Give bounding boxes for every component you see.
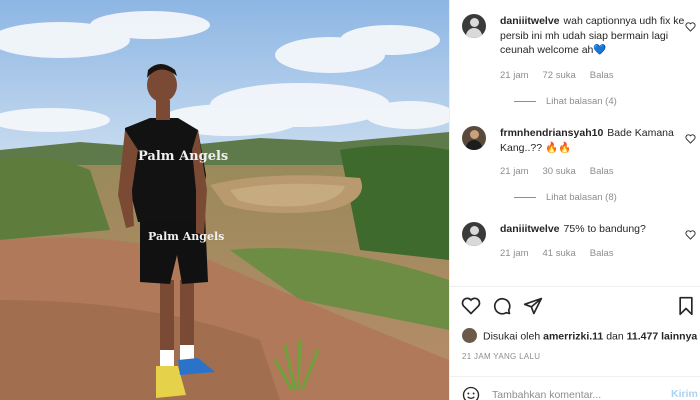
view-replies-label: Lihat balasan (8) — [546, 192, 617, 203]
comment-item: frmnhendriansyah10 Bade Kamana Kang..?? 🔥… — [462, 126, 698, 216]
likes-count[interactable]: 11.477 lainnya — [627, 330, 698, 342]
like-comment-heart-icon[interactable] — [685, 230, 696, 240]
likes-summary: Disukai oleh amerrizki.11 dan 11.477 lai… — [462, 328, 698, 344]
replies-line — [514, 196, 536, 198]
view-replies-label: Lihat balasan (4) — [546, 96, 617, 107]
comment-time: 21 jam — [500, 248, 529, 259]
shorts-print: Palm Angels — [148, 230, 224, 243]
reply-button[interactable]: Balas — [590, 166, 614, 177]
emoji-smile-icon[interactable] — [462, 386, 480, 400]
comment-text: daniiitwelve 75% to bandung? — [500, 222, 685, 237]
comment-likes[interactable]: 41 suka — [543, 248, 576, 259]
share-send-icon[interactable] — [523, 296, 543, 316]
comment-username[interactable]: frmnhendriansyah10 — [500, 127, 603, 139]
like-comment-heart-icon[interactable] — [685, 134, 696, 144]
comment-meta: 21 jam 30 suka Balas — [500, 166, 628, 177]
comment-time: 21 jam — [500, 166, 529, 177]
bookmark-icon[interactable] — [676, 296, 696, 316]
comment-item: daniiitwelve 75% to bandung? 21 jam 41 suk… — [462, 222, 698, 272]
replies-line — [514, 100, 536, 102]
view-replies-button[interactable]: Lihat balasan (4) — [514, 96, 617, 107]
comment-body: 75% to bandung? — [563, 223, 646, 235]
like-comment-heart-icon[interactable] — [685, 22, 696, 32]
reply-button[interactable]: Balas — [590, 70, 614, 81]
comment-likes[interactable]: 30 suka — [543, 166, 576, 177]
comment-item: daniiitwelve wah captionnya udh fix ke pe… — [462, 14, 698, 114]
add-comment-bar: Kirim — [450, 376, 700, 400]
reply-button[interactable]: Balas — [590, 248, 614, 259]
action-bar — [450, 290, 700, 320]
comment-time: 21 jam — [500, 70, 529, 81]
comment-meta: 21 jam 72 suka Balas — [500, 70, 628, 81]
avatar[interactable] — [462, 126, 486, 150]
comment-text: daniiitwelve wah captionnya udh fix ke pe… — [500, 14, 685, 58]
post-time-ago: 21 JAM YANG LALU — [462, 352, 541, 361]
comment-bubble-icon[interactable] — [492, 296, 512, 316]
comment-username[interactable]: daniiitwelve — [500, 223, 560, 235]
comments-panel: daniiitwelve wah captionnya udh fix ke pe… — [449, 0, 700, 400]
comment-likes[interactable]: 72 suka — [543, 70, 576, 81]
comment-text: frmnhendriansyah10 Bade Kamana Kang..?? 🔥… — [500, 126, 685, 155]
comment-username[interactable]: daniiitwelve — [500, 15, 560, 27]
avatar[interactable] — [462, 14, 486, 38]
divider — [450, 286, 700, 287]
landscape-scene: Palm Angels Palm Angels — [0, 0, 449, 400]
avatar[interactable] — [462, 222, 486, 246]
comment-input[interactable] — [492, 388, 662, 400]
likes-middle: dan — [606, 330, 624, 343]
like-heart-icon[interactable] — [461, 296, 481, 316]
post-photo[interactable]: Palm Angels Palm Angels — [0, 0, 449, 400]
shirt-print: Palm Angels — [138, 149, 228, 164]
liker-username[interactable]: amerrizki.11 — [543, 330, 603, 342]
liker-avatar[interactable] — [462, 328, 477, 343]
send-comment-button[interactable]: Kirim — [671, 388, 698, 400]
likes-prefix: Disukai oleh — [483, 330, 541, 343]
view-replies-button[interactable]: Lihat balasan (8) — [514, 192, 617, 203]
comment-meta: 21 jam 41 suka Balas — [500, 248, 628, 259]
